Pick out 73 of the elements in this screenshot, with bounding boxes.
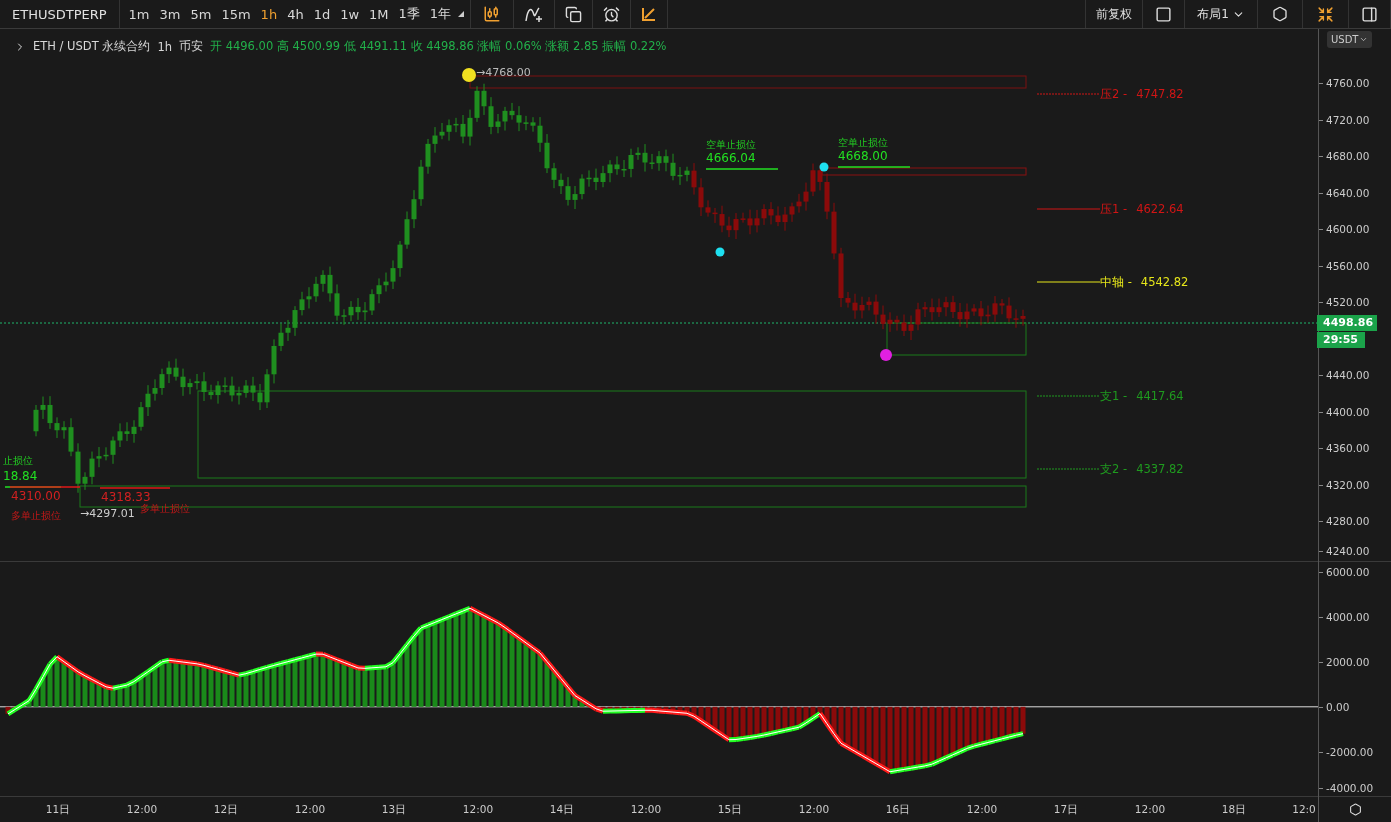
interval-tab[interactable]: 1季 <box>393 5 425 23</box>
price-tick: 4680.00 <box>1326 150 1370 163</box>
time-label: 12:00 <box>126 803 158 815</box>
stop-value: 4310.00 <box>11 489 61 503</box>
symbol-title: ETH / USDT 永续合约 <box>33 39 151 54</box>
indicator-tick: 2000.00 <box>1326 656 1370 668</box>
price-tick: 4400.00 <box>1326 405 1370 418</box>
countdown-badge: 29:55 <box>1317 332 1365 348</box>
price-tick: 4440.00 <box>1326 369 1370 382</box>
price-tick: 4760.00 <box>1326 77 1370 89</box>
indicator-tick: 0.00 <box>1326 700 1350 713</box>
level-label: 压1 - 4622.64 <box>1100 202 1184 216</box>
indicator-tick: -2000.00 <box>1326 745 1374 758</box>
currency-dropdown[interactable]: USDT <box>1327 31 1373 48</box>
stop-title: 多单止损位 <box>11 510 61 521</box>
price-tick: 4640.00 <box>1326 186 1370 199</box>
time-label: 12:00 <box>294 803 326 815</box>
price-tick: 4320.00 <box>1326 478 1370 491</box>
level-label: 中轴 - 4542.82 <box>1100 275 1189 289</box>
high-price-label: →4768.00 <box>476 66 531 79</box>
interval-tab[interactable]: 1M <box>364 6 394 22</box>
stop-value: 4318.33 <box>101 490 151 504</box>
time-label: 13日 <box>381 803 407 817</box>
indicator-tick: 4000.00 <box>1326 611 1370 624</box>
time-label: 12:00 <box>462 803 494 815</box>
price-tick: 4240.00 <box>1326 545 1370 557</box>
symbol-name: ETHUSDTPERP <box>12 6 107 22</box>
layout-dropdown[interactable]: 布局1 <box>1197 5 1245 23</box>
legend-interval: 1h <box>157 39 172 54</box>
time-label: 12:0 <box>1292 803 1316 815</box>
level-label: 支1 - 4417.64 <box>1100 389 1184 403</box>
price-adjust-button[interactable]: 前复权 <box>1096 5 1133 23</box>
time-label: 16日 <box>885 803 911 817</box>
price-tick: 4360.00 <box>1326 442 1370 455</box>
time-label: 12:00 <box>630 803 662 815</box>
price-tick: 4560.00 <box>1326 259 1370 272</box>
interval-tab[interactable]: 15m <box>216 6 256 22</box>
level-label: 压2 - 4747.82 <box>1100 87 1184 101</box>
low-price-label: →4297.01 <box>80 507 135 520</box>
price-tick: 4720.00 <box>1326 113 1370 126</box>
time-label: 14日 <box>549 803 575 817</box>
indicator-tick: -4000.00 <box>1326 782 1374 794</box>
stop-title: 空单止损位 <box>838 137 888 148</box>
level-label: 支2 - 4337.82 <box>1100 462 1184 476</box>
interval-tab[interactable]: 1m <box>123 6 155 22</box>
ohlc-stats: 开 4496.00 高 4500.99 低 4491.11 收 4498.86 涨幅 0.06% 涨额 2.85 振幅 0.22% <box>210 39 667 54</box>
stop-title: 空单止损位 <box>706 139 756 150</box>
interval-tab[interactable]: 1w <box>335 6 365 22</box>
stop-title: 多单止损位 <box>140 503 190 514</box>
time-label: 12:00 <box>1134 803 1166 815</box>
stop-title: 止损位 <box>3 455 33 466</box>
time-label: 12日 <box>213 803 239 817</box>
interval-tab[interactable]: 4h <box>282 6 309 22</box>
price-tick: 4280.00 <box>1326 515 1370 528</box>
stop-value: 18.84 <box>3 469 38 483</box>
time-label: 11日 <box>45 803 71 817</box>
price-tick: 4600.00 <box>1326 223 1370 236</box>
legend-exchange: 币安 <box>179 39 203 54</box>
last-price-badge: 4498.86 <box>1317 315 1377 331</box>
stop-value: 4666.04 <box>706 151 756 165</box>
price-tick: 4520.00 <box>1326 296 1370 309</box>
interval-tab[interactable]: 3m <box>154 6 186 22</box>
indicator-tick: 6000.00 <box>1326 566 1370 579</box>
interval-tab[interactable]: 5m <box>185 6 217 22</box>
time-label: 12:00 <box>798 803 830 815</box>
time-label: 18日 <box>1221 803 1247 817</box>
interval-tab[interactable]: 1d <box>308 6 336 22</box>
time-label: 12:00 <box>966 803 998 815</box>
stop-value: 4668.00 <box>838 149 888 163</box>
interval-tab[interactable]: 1年 <box>424 5 457 23</box>
time-label: 15日 <box>717 803 743 817</box>
interval-tab[interactable]: 1h <box>255 6 283 22</box>
time-label: 17日 <box>1053 803 1079 817</box>
